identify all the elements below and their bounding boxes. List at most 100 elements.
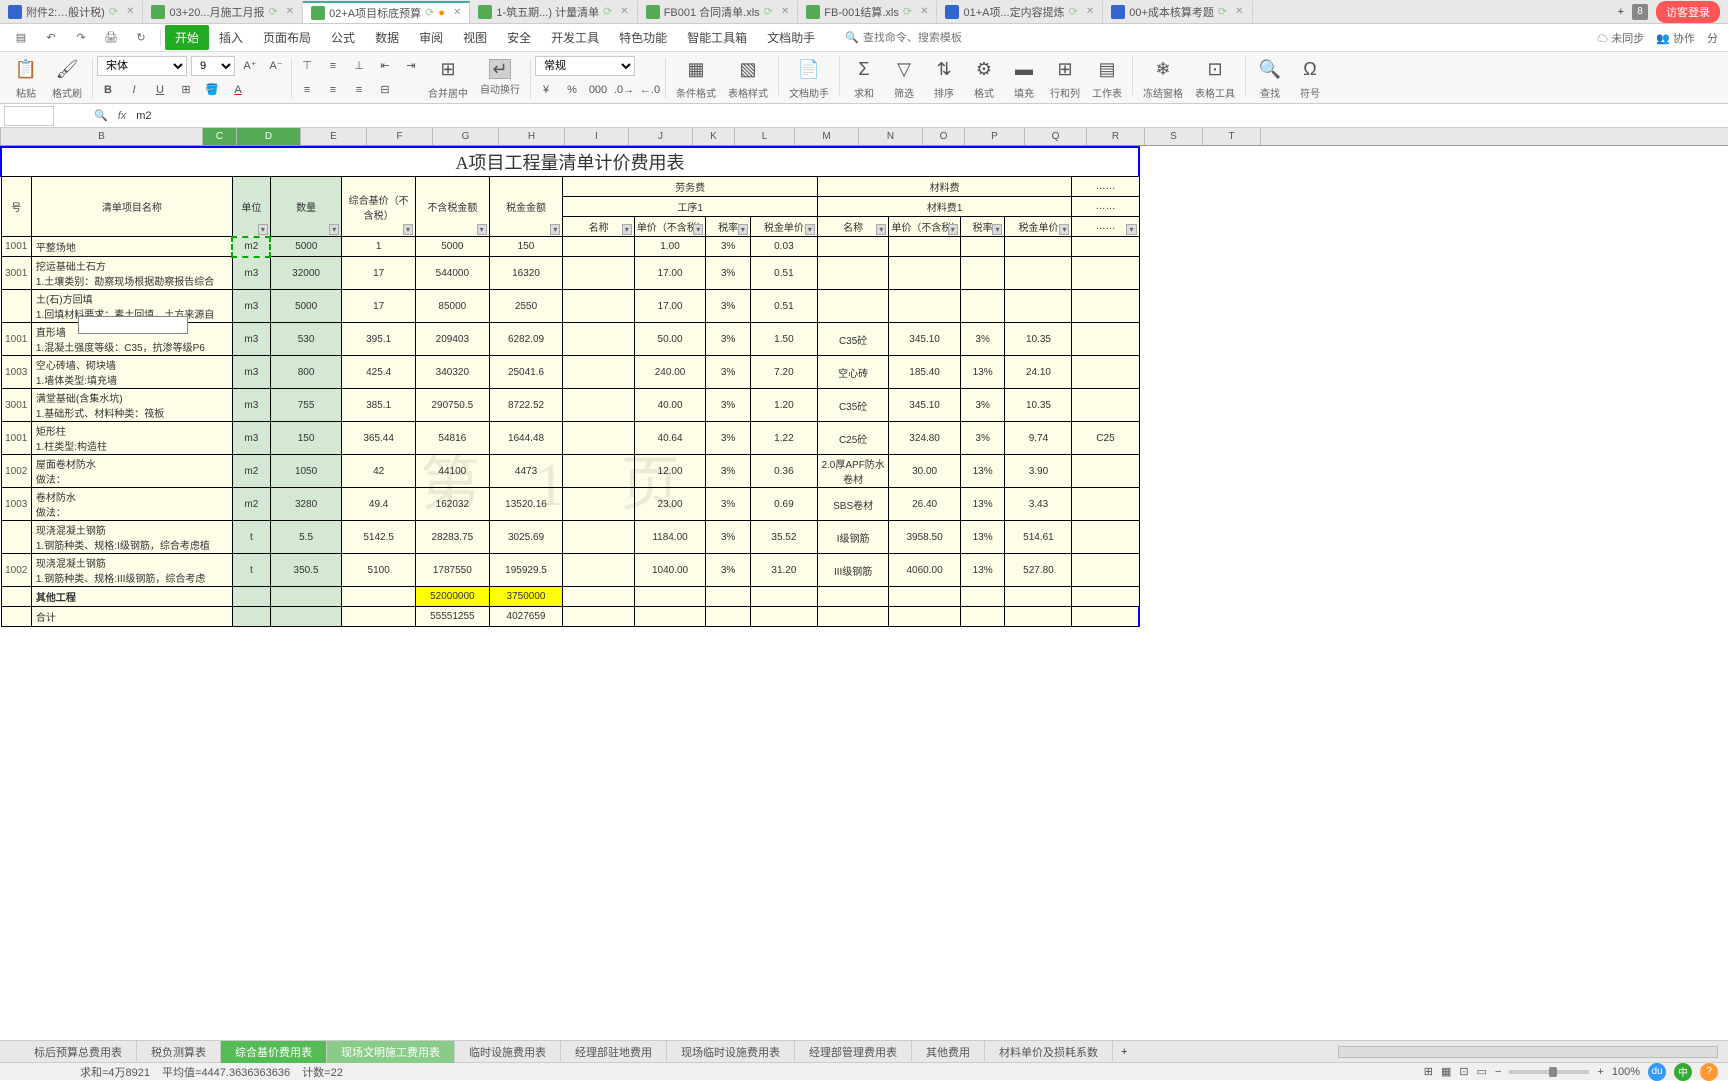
cell-mn[interactable]: C25砼	[817, 422, 888, 455]
col-header[interactable]: P	[965, 128, 1025, 145]
cell-ltp[interactable]: 31.20	[750, 554, 817, 587]
cell-ltp[interactable]: 1.22	[750, 422, 817, 455]
close-tab-icon[interactable]: ✕	[453, 7, 461, 18]
doc-tab[interactable]: FB001 合同清单.xls⟳✕	[638, 1, 799, 23]
hdr-unit[interactable]: 单位	[232, 177, 270, 237]
cell-ae[interactable]: 162032	[415, 488, 489, 521]
cell-lr[interactable]: 3%	[706, 356, 751, 389]
share-label[interactable]: 分	[1707, 30, 1718, 46]
close-tab-icon[interactable]: ✕	[286, 6, 294, 17]
cell-mn[interactable]: C35砼	[817, 389, 888, 422]
border-button[interactable]: ⊞	[175, 80, 197, 100]
cell-ta[interactable]: 195929.5	[489, 554, 563, 587]
cell-lup[interactable]: 17.00	[634, 257, 705, 290]
du-icon[interactable]: du	[1648, 1063, 1666, 1081]
menu-tab[interactable]: 审阅	[409, 25, 453, 50]
fx-icon[interactable]: fx	[118, 110, 127, 122]
cell-lup[interactable]: 1040.00	[634, 554, 705, 587]
menu-tab[interactable]: 公式	[321, 25, 365, 50]
col-header[interactable]: J	[629, 128, 693, 145]
cell-ae[interactable]: 544000	[415, 257, 489, 290]
cell-qty[interactable]: 3280	[270, 488, 341, 521]
doc-tab[interactable]: 02+A项目标底预算⟳●✕	[303, 1, 470, 23]
toolbar-group-icon[interactable]: ▦	[682, 55, 710, 83]
cell-qty[interactable]: 530	[270, 323, 341, 356]
cell-mup[interactable]: 3958.50	[889, 521, 960, 554]
sheet-tab[interactable]: 经理部驻地费用	[561, 1041, 667, 1063]
cell-unit[interactable]: m2	[232, 237, 270, 257]
cell-ltp[interactable]: 1.50	[750, 323, 817, 356]
cell-unit[interactable]: m2	[232, 455, 270, 488]
toolbar-group-icon[interactable]: 🔍	[1256, 55, 1284, 83]
cell-ltp[interactable]: 0.51	[750, 257, 817, 290]
cell-lr[interactable]: 3%	[706, 554, 751, 587]
doc-tab[interactable]: 1-筑五期...) 计量清单⟳✕	[470, 1, 637, 23]
sheet-tab[interactable]: 经理部管理费用表	[795, 1041, 912, 1063]
table-row[interactable]: 3001 满堂基础(含集水坑)1.基础形式、材料种类：筏板 m3 755 385…	[1, 389, 1139, 422]
cell-ext[interactable]	[1072, 257, 1139, 290]
cell-mtp[interactable]	[1005, 290, 1072, 323]
cell-ae[interactable]: 1787550	[415, 554, 489, 587]
inc-decimal-icon[interactable]: .0→	[613, 80, 635, 100]
sheet-tab[interactable]: 临时设施费用表	[455, 1041, 561, 1063]
inline-edit-box[interactable]	[78, 316, 188, 334]
sheet-tab[interactable]: 税负测算表	[137, 1041, 221, 1063]
cell-mup[interactable]: 345.10	[889, 389, 960, 422]
cell-mup[interactable]	[889, 237, 960, 257]
undo-icon[interactable]: ↶	[42, 29, 60, 47]
cell-lname[interactable]	[563, 521, 634, 554]
cell-ae[interactable]: 209403	[415, 323, 489, 356]
format-brush-icon[interactable]: 🖌	[53, 55, 81, 83]
font-color-button[interactable]: A	[227, 80, 249, 100]
cell-lr[interactable]: 3%	[706, 488, 751, 521]
table-row[interactable]: 1001 平整场地 m2 5000 1 5000 150 1.00 3% 0.0…	[1, 237, 1139, 257]
percent-icon[interactable]: %	[561, 80, 583, 100]
doc-tab[interactable]: 附件2:…般计税)⟳✕	[0, 1, 143, 23]
cell-qty[interactable]: 1050	[270, 455, 341, 488]
toolbar-group-icon[interactable]: ▬	[1010, 55, 1038, 83]
cell-mr[interactable]: 13%	[960, 488, 1005, 521]
hdr-tax-amt[interactable]: 税金金额	[489, 177, 563, 237]
cell-ae[interactable]: 28283.75	[415, 521, 489, 554]
close-tab-icon[interactable]: ✕	[1235, 6, 1243, 17]
name-box[interactable]	[4, 106, 54, 126]
cell-ae[interactable]: 44100	[415, 455, 489, 488]
align-top-icon[interactable]: ⊤	[296, 56, 318, 76]
indent-inc-icon[interactable]: ⇥	[400, 56, 422, 76]
cell-qty[interactable]: 800	[270, 356, 341, 389]
doc-tab[interactable]: 03+20...月施工月报⟳✕	[143, 1, 303, 23]
cell-mn[interactable]	[817, 290, 888, 323]
cell-mr[interactable]	[960, 257, 1005, 290]
cell-lname[interactable]	[563, 554, 634, 587]
cell-mup[interactable]: 185.40	[889, 356, 960, 389]
cell-ta[interactable]: 3025.69	[489, 521, 563, 554]
col-header[interactable]: N	[859, 128, 923, 145]
cell-lup[interactable]: 23.00	[634, 488, 705, 521]
cell-mr[interactable]	[960, 290, 1005, 323]
font-size-select[interactable]: 9	[191, 56, 235, 76]
sheet-tab[interactable]: 综合基价费用表	[221, 1041, 327, 1063]
cell-desc[interactable]: 满堂基础(含集水坑)1.基础形式、材料种类：筏板	[31, 389, 232, 422]
cell-mup[interactable]: 324.80	[889, 422, 960, 455]
menu-tab[interactable]: 开始	[165, 25, 209, 50]
toolbar-group-icon[interactable]: ⊡	[1201, 55, 1229, 83]
cell-mr[interactable]: 13%	[960, 356, 1005, 389]
refresh-icon[interactable]: ↻	[132, 29, 150, 47]
toolbar-group-icon[interactable]: ▤	[1093, 55, 1121, 83]
cell-mn[interactable]	[817, 237, 888, 257]
col-header[interactable]: G	[433, 128, 499, 145]
table-row[interactable]: 3001 挖运基础土石方1.土壤类别：勘察现场根据勘察报告综合 m3 32000…	[1, 257, 1139, 290]
h-scrollbar[interactable]	[1338, 1046, 1718, 1058]
spreadsheet-grid[interactable]: BCDEFGHIJKLMNOPQRST A项目工程量清单计价费用表 号 清单项目…	[0, 128, 1728, 1040]
cell-mup[interactable]: 4060.00	[889, 554, 960, 587]
cell-ext[interactable]	[1072, 356, 1139, 389]
hdr-m-tprice[interactable]: 税金单价	[1005, 217, 1072, 237]
align-right-icon[interactable]: ≡	[348, 80, 370, 100]
view-page-icon[interactable]: ▦	[1441, 1065, 1451, 1078]
cell-lr[interactable]: 3%	[706, 389, 751, 422]
cell-lname[interactable]	[563, 356, 634, 389]
cell-mtp[interactable]: 24.10	[1005, 356, 1072, 389]
number-format-select[interactable]: 常规	[535, 56, 635, 76]
cell-ext[interactable]	[1072, 554, 1139, 587]
col-header[interactable]: K	[693, 128, 735, 145]
